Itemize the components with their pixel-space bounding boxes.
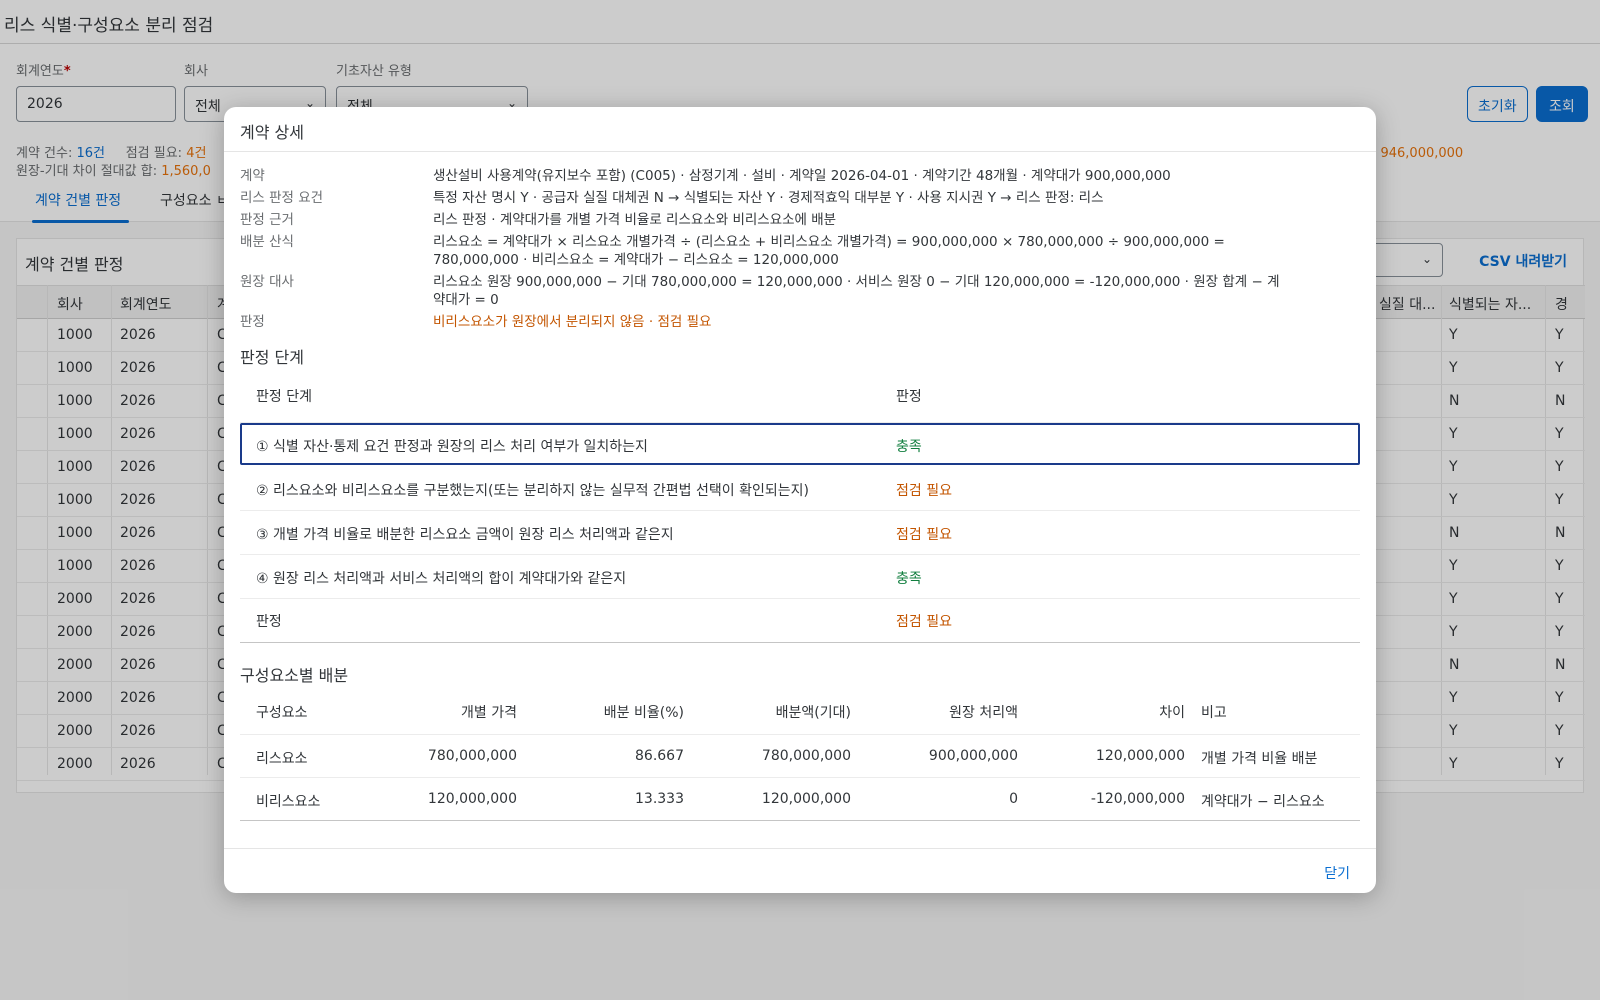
step-row[interactable]: ② 리스요소와 비리스요소를 구분했는지(또는 분리하지 않는 실무적 간편법 … <box>240 467 1360 511</box>
step-verdict: 점검 필요 <box>896 614 952 630</box>
step-text: ② 리스요소와 비리스요소를 구분했는지(또는 분리하지 않는 실무적 간편법 … <box>256 483 809 499</box>
column-header-price: 개별 가격 <box>461 705 517 721</box>
allocation-ratio: 13.333 <box>635 791 684 807</box>
info-row-basis: 판정 근거 리스 판정 · 계약대가를 개별 가격 비율로 리스요소와 비리스요… <box>240 211 1350 229</box>
step-text: ③ 개별 가격 비율로 배분한 리스요소 금액이 원장 리스 처리액과 같은지 <box>256 527 674 543</box>
step-row[interactable]: ① 식별 자산·통제 요건 판정과 원장의 리스 처리 여부가 일치하는지 충족 <box>240 423 1360 465</box>
note: 계약대가 − 리스요소 <box>1201 794 1325 810</box>
standalone-price: 120,000,000 <box>427 791 517 807</box>
step-verdict: 충족 <box>896 571 922 587</box>
info-row-reconciliation: 원장 대사 리스요소 원장 900,000,000 − 기대 780,000,0… <box>240 273 1350 309</box>
verdict-value: 비리스요소가 원장에서 분리되지 않음 · 점검 필요 <box>433 314 712 330</box>
alloc-section-title: 구성요소별 배분 <box>240 666 349 685</box>
steps-table-header: 판정 단계 판정 <box>240 367 1360 423</box>
ledger-amount: 0 <box>1009 791 1018 807</box>
info-value: 생산설비 사용계약(유지보수 포함) (C005) · 삼정기계 · 설비 · … <box>433 168 1171 184</box>
info-value: 리스요소 원장 900,000,000 − 기대 780,000,000 = 1… <box>433 274 1280 308</box>
step-text: 판정 <box>256 614 282 630</box>
info-row-formula: 배분 산식 리스요소 = 계약대가 × 리스요소 개별가격 ÷ (리스요소 + … <box>240 233 1350 269</box>
steps-table: 판정 단계 판정 ① 식별 자산·통제 요건 판정과 원장의 리스 처리 여부가… <box>240 367 1360 643</box>
step-row-final[interactable]: 판정 점검 필요 <box>240 599 1360 643</box>
info-label: 리스 판정 요건 <box>240 190 324 206</box>
info-value: 특정 자산 명시 Y · 공급자 실질 대체권 N → 식별되는 자산 Y · … <box>433 190 1104 206</box>
info-label: 배분 산식 <box>240 234 294 250</box>
component-name: 리스요소 <box>256 751 308 767</box>
note: 개별 가격 비율 배분 <box>1201 751 1318 767</box>
step-text: ④ 원장 리스 처리액과 서비스 처리액의 합이 계약대가와 같은지 <box>256 571 627 587</box>
step-verdict: 충족 <box>896 439 922 455</box>
difference: 120,000,000 <box>1095 748 1185 764</box>
info-value: 리스요소 = 계약대가 × 리스요소 개별가격 ÷ (리스요소 + 비리스요소 … <box>433 234 1225 268</box>
column-header-verdict: 판정 <box>896 389 922 405</box>
info-label: 판정 근거 <box>240 212 294 228</box>
allocation-row: 리스요소 780,000,000 86.667 780,000,000 900,… <box>240 735 1360 778</box>
step-verdict: 점검 필요 <box>896 483 952 499</box>
column-header-expected: 배분액(기대) <box>775 705 851 721</box>
contract-info: 계약 생산설비 사용계약(유지보수 포함) (C005) · 삼정기계 · 설비… <box>240 167 1350 335</box>
column-header-note: 비고 <box>1201 705 1227 721</box>
steps-section-title: 판정 단계 <box>240 348 304 367</box>
difference: -120,000,000 <box>1090 791 1185 807</box>
allocation-ratio: 86.667 <box>635 748 684 764</box>
contract-detail-dialog: 계약 상세 계약 생산설비 사용계약(유지보수 포함) (C005) · 삼정기… <box>224 107 1376 893</box>
info-row-verdict: 판정 비리스요소가 원장에서 분리되지 않음 · 점검 필요 <box>240 313 1350 331</box>
step-verdict: 점검 필요 <box>896 527 952 543</box>
step-text: ① 식별 자산·통제 요건 판정과 원장의 리스 처리 여부가 일치하는지 <box>256 439 648 455</box>
component-name: 비리스요소 <box>256 794 321 810</box>
info-label: 원장 대사 <box>240 274 294 290</box>
allocation-table: 구성요소 개별 가격 배분 비율(%) 배분액(기대) 원장 처리액 차이 비고… <box>240 685 1360 821</box>
column-header-ratio: 배분 비율(%) <box>603 705 684 721</box>
step-row[interactable]: ③ 개별 가격 비율로 배분한 리스요소 금액이 원장 리스 처리액과 같은지 … <box>240 511 1360 555</box>
column-header-diff: 차이 <box>1159 705 1185 721</box>
dialog-title: 계약 상세 <box>240 123 304 142</box>
expected-amount: 120,000,000 <box>761 791 851 807</box>
info-row-contract: 계약 생산설비 사용계약(유지보수 포함) (C005) · 삼정기계 · 설비… <box>240 167 1350 185</box>
expected-amount: 780,000,000 <box>761 748 851 764</box>
ledger-amount: 900,000,000 <box>928 748 1018 764</box>
close-button[interactable]: 닫기 <box>1324 863 1350 883</box>
standalone-price: 780,000,000 <box>427 748 517 764</box>
info-label: 판정 <box>240 314 265 330</box>
column-header-ledger: 원장 처리액 <box>949 705 1018 721</box>
dialog-header: 계약 상세 <box>224 107 1376 152</box>
column-header-step: 판정 단계 <box>256 389 312 405</box>
info-row-requirements: 리스 판정 요건 특정 자산 명시 Y · 공급자 실질 대체권 N → 식별되… <box>240 189 1350 207</box>
info-label: 계약 <box>240 168 265 184</box>
allocation-table-header: 구성요소 개별 가격 배분 비율(%) 배분액(기대) 원장 처리액 차이 비고 <box>240 685 1360 735</box>
column-header-component: 구성요소 <box>256 705 308 721</box>
step-row[interactable]: ④ 원장 리스 처리액과 서비스 처리액의 합이 계약대가와 같은지 충족 <box>240 555 1360 599</box>
dialog-footer: 닫기 <box>224 848 1376 893</box>
info-value: 리스 판정 · 계약대가를 개별 가격 비율로 리스요소와 비리스요소에 배분 <box>433 212 837 228</box>
allocation-row: 비리스요소 120,000,000 13.333 120,000,000 0 -… <box>240 778 1360 821</box>
